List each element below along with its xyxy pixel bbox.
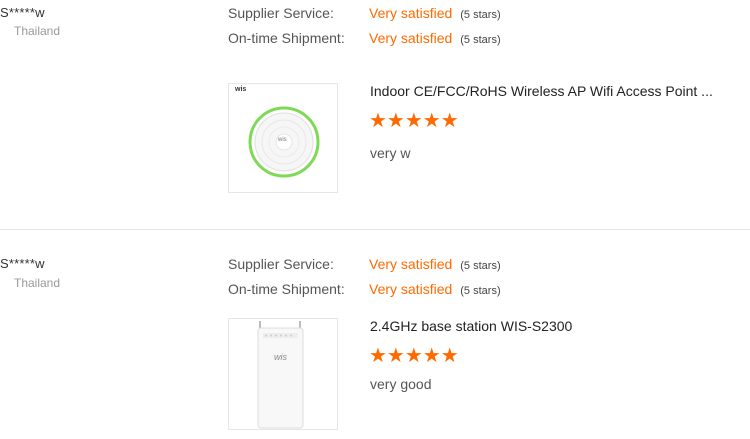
shipment-value: Very satisfied [369,281,453,297]
review-item: S*****w Thailand Supplier Service: Very … [0,0,750,439]
supplier-service-rating: Very satisfied (5 stars) [369,256,501,272]
shipment-label: On-time Shipment: [228,281,345,297]
supplier-service-stars-text: (5 stars) [460,260,501,272]
shipment-stars-text: (5 stars) [460,285,501,297]
product-thumbnail[interactable]: wis [228,318,338,430]
brand-logo: wis [274,352,287,362]
buyer-name: S*****w [0,256,45,271]
buyer-country: Thailand [14,276,61,290]
review-comment: very good [370,376,432,392]
supplier-service-value: Very satisfied [369,256,453,272]
supplier-service-label: Supplier Service: [228,256,334,272]
shipment-rating: Very satisfied (5 stars) [369,281,501,297]
star-rating: ★★★★★ [369,345,459,367]
product-title-link[interactable]: 2.4GHz base station WIS-S2300 [370,318,572,334]
base-station-image [257,321,304,429]
